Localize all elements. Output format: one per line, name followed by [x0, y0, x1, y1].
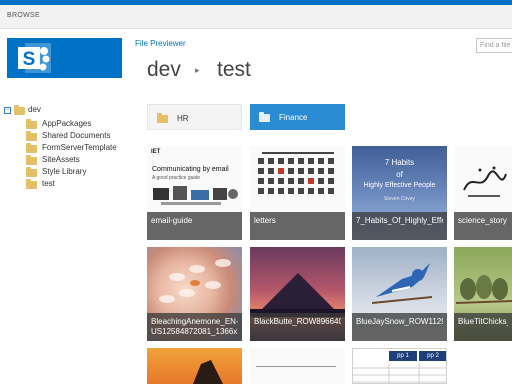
cover-author: Steven Covey [383, 196, 416, 202]
file-name: BlueJaySnow_ROW11291 [356, 317, 443, 326]
collapse-icon[interactable]: − [4, 107, 11, 114]
document-rule [256, 366, 336, 367]
tree-root-label: dev [28, 105, 41, 114]
search-input[interactable] [476, 38, 512, 53]
file-name: BlackButte_ROW896640 [254, 317, 341, 326]
file-name-line1: BleachingAnemone_EN- [151, 317, 238, 326]
file-name-line2: US12584872081_1366x76 [151, 327, 238, 336]
cover-line1: 7 Habits [384, 158, 415, 167]
cover-line2: of [396, 170, 403, 179]
mountain-image [250, 273, 345, 317]
chicks-image [456, 275, 512, 304]
sheet-column-header: pp 2 [419, 351, 446, 361]
folder-tile-finance[interactable]: Finance [250, 104, 345, 130]
file-thumb-sunset[interactable] [147, 348, 242, 384]
folder-icon [26, 143, 37, 153]
spreadsheet-grid-image [353, 363, 446, 383]
svg-text:S: S [23, 49, 36, 70]
file-caption: letters [250, 212, 345, 240]
tree-item-label: SiteAssets [42, 155, 80, 164]
doc-subtitle: A good practice guide [152, 175, 201, 181]
folder-tile-label: HR [177, 114, 189, 123]
folder-icon [26, 155, 37, 165]
file-thumb-spreadsheet[interactable]: pp 1 pp 2 [352, 348, 447, 384]
tree-item-test[interactable]: test [26, 178, 136, 190]
calligraphy-image [463, 166, 507, 197]
folder-icon [26, 119, 37, 129]
file-thumb-email-guide[interactable]: IET Communicating by email A good practi… [147, 146, 242, 240]
sharepoint-logo-icon: S [18, 43, 51, 73]
letters-grid-image [258, 152, 334, 194]
tree-item-shared-documents[interactable]: Shared Documents [26, 130, 136, 142]
doc-title: Communicating by email [152, 166, 229, 173]
tree-item-label: AppPackages [42, 119, 92, 128]
file-name: 7_Habits_Of_Highly_Effect [356, 216, 443, 225]
folder-icon [26, 167, 37, 177]
app-title-link[interactable]: File Previewer [135, 39, 186, 48]
file-caption: 7_Habits_Of_Highly_Effect [352, 212, 447, 240]
file-caption: science_story [454, 212, 512, 240]
tree-item-formservertemplate[interactable]: FormServerTemplate [26, 142, 136, 154]
folder-tile-label: Finance [279, 113, 308, 122]
tree-item-style-library[interactable]: Style Library [26, 166, 136, 178]
ribbon: BROWSE [0, 5, 512, 29]
file-thumb-letters[interactable]: letters [250, 146, 345, 240]
file-name: BlueTitChicks_ [458, 317, 508, 326]
sharepoint-logo[interactable]: S [7, 38, 122, 78]
tree-root-dev[interactable]: − dev [4, 104, 124, 116]
file-caption: email-guide [147, 212, 242, 240]
doc-illustration [153, 186, 238, 205]
rock-silhouette-image [193, 360, 223, 384]
file-name: letters [254, 216, 276, 225]
file-thumb-document[interactable] [250, 348, 345, 384]
file-name: email-guide [151, 216, 193, 225]
folder-icon [26, 131, 37, 141]
cover-line3: Highly Effective People [363, 182, 436, 189]
file-thumb-science-story[interactable]: science_story [454, 146, 512, 240]
doc-logo: IET [151, 149, 161, 155]
tree-item-siteassets[interactable]: SiteAssets [26, 154, 136, 166]
file-name: science_story [458, 216, 507, 225]
tree-item-apppackages[interactable]: AppPackages [26, 118, 136, 130]
file-thumb-7-habits[interactable]: 7 Habits of Highly Effective People Stev… [352, 146, 447, 240]
tree-item-label: FormServerTemplate [42, 143, 117, 152]
file-caption: BlackButte_ROW896640 [250, 313, 345, 341]
file-caption: BleachingAnemone_EN- US12584872081_1366x… [147, 313, 242, 341]
file-thumb-blue-tit-chicks[interactable]: BlueTitChicks_ [454, 247, 512, 341]
file-thumb-blue-jay-snow[interactable]: BlueJaySnow_ROW11291 [352, 247, 447, 341]
breadcrumb-current: test [217, 58, 251, 81]
blue-jay-image [372, 263, 432, 304]
folder-icon [14, 105, 25, 115]
tree-item-label: Shared Documents [42, 131, 111, 140]
browse-tab[interactable]: BROWSE [7, 12, 40, 19]
file-caption: BlueJaySnow_ROW11291 [352, 313, 447, 341]
folder-icon [259, 112, 270, 122]
breadcrumb-parent[interactable]: dev [147, 58, 181, 82]
sheet-column-header: pp 1 [389, 351, 417, 361]
folder-icon [157, 113, 168, 123]
file-thumb-bleaching-anemone[interactable]: BleachingAnemone_EN- US12584872081_1366x… [147, 247, 242, 341]
anemone-image [159, 259, 231, 303]
file-thumb-black-butte[interactable]: BlackButte_ROW896640 [250, 247, 345, 341]
folder-icon [26, 179, 37, 189]
folder-tile-hr[interactable]: HR [147, 104, 242, 130]
breadcrumb-separator-icon: ▸ [195, 65, 200, 75]
tree-item-label: test [42, 179, 55, 188]
file-caption: BlueTitChicks_ [454, 313, 512, 341]
tree-item-label: Style Library [42, 167, 87, 176]
